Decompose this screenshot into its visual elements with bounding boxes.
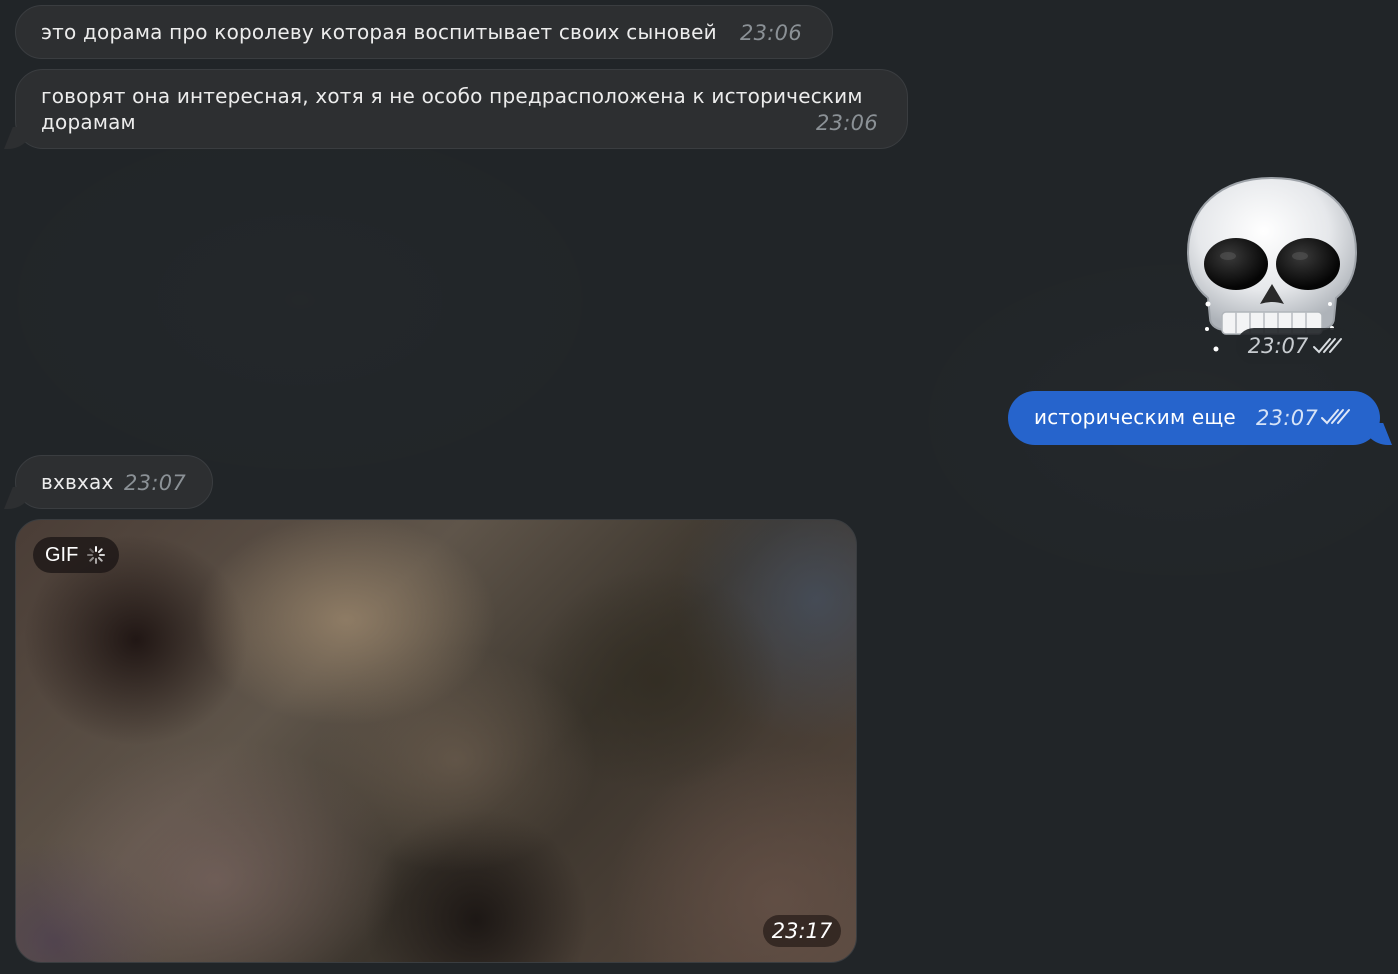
message-time: 23:07 bbox=[124, 471, 187, 495]
gif-message[interactable]: GIF 23:17 bbox=[15, 519, 857, 963]
double-check-icon bbox=[1321, 409, 1350, 425]
message-text: историческим еще bbox=[1034, 405, 1236, 429]
message-time: 23:06 bbox=[815, 111, 878, 135]
message-time: 23:07 bbox=[1247, 334, 1309, 358]
message-bubble-incoming[interactable]: вхвхах 23:07 bbox=[15, 455, 213, 509]
message-text: говорят она интересная, хотя я не особо … bbox=[41, 84, 863, 134]
message-bubble-outgoing[interactable]: историческим еще 23:07 bbox=[1008, 391, 1380, 445]
message-time: 23:17 bbox=[771, 919, 833, 943]
gif-label: GIF bbox=[45, 543, 79, 566]
bubble-tail bbox=[1368, 423, 1392, 445]
message-text: это дорама про королеву которая воспитыв… bbox=[41, 20, 717, 44]
bubble-tail bbox=[4, 127, 28, 149]
bubble-tail bbox=[4, 487, 28, 509]
sticker-time-badge: 23:07 bbox=[1236, 328, 1354, 364]
gif-time-badge: 23:17 bbox=[763, 915, 841, 947]
gif-badge: GIF bbox=[33, 537, 119, 573]
loading-spinner-icon bbox=[87, 546, 106, 564]
message-time: 23:06 bbox=[739, 21, 802, 45]
message-bubble-incoming[interactable]: говорят она интересная, хотя я не особо … bbox=[15, 69, 908, 149]
message-time: 23:07 bbox=[1256, 406, 1319, 430]
message-text: вхвхах bbox=[41, 470, 114, 494]
message-bubble-incoming[interactable]: это дорама про королеву которая воспитыв… bbox=[15, 5, 833, 59]
double-check-icon bbox=[1313, 338, 1343, 354]
